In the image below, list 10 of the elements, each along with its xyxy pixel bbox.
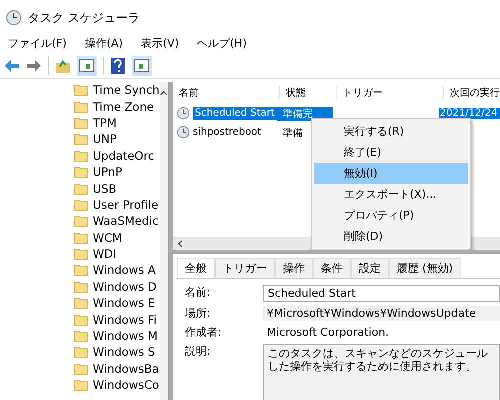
table-cell: 準備 — [283, 128, 303, 138]
author-value: Microsoft Corporation. — [266, 325, 390, 340]
field-label: 名前: — [185, 285, 212, 300]
table-cell: 2021/12/24 — [440, 108, 498, 119]
location-value: ¥Microsoft¥Windows¥WindowsUpdate — [263, 306, 500, 321]
field-label: 作成者: — [185, 325, 223, 340]
table-cell: 準備完 — [283, 108, 313, 120]
field-label: 説明: — [185, 344, 212, 359]
window-title: タスク スケジューラ — [28, 10, 140, 26]
field-label: 場所: — [185, 306, 212, 321]
